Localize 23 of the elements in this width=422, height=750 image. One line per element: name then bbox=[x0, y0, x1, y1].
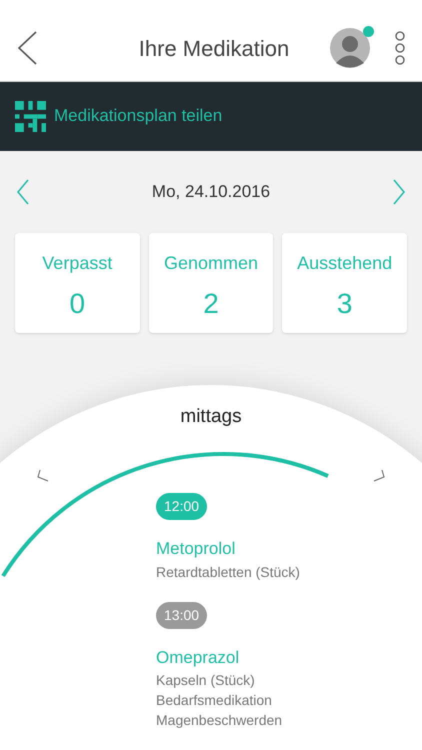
avatar[interactable] bbox=[330, 28, 370, 68]
medication-detail: Retardtabletten (Stück) bbox=[156, 562, 300, 582]
stat-label: Verpasst bbox=[42, 252, 112, 275]
medication-detail: Magenbeschwerden bbox=[156, 711, 282, 730]
back-icon[interactable] bbox=[16, 30, 38, 66]
time-pill: 12:00 bbox=[156, 493, 208, 520]
qr-code-icon bbox=[15, 100, 46, 132]
medication-name: Metoprolol bbox=[156, 538, 236, 560]
stat-value: 2 bbox=[203, 286, 219, 320]
stat-value: 3 bbox=[336, 286, 352, 320]
date-label: Mo, 24.10.2016 bbox=[152, 180, 270, 203]
medication-detail: Kapseln (Stück) bbox=[156, 671, 255, 690]
more-icon[interactable] bbox=[394, 31, 406, 66]
next-period-icon[interactable] bbox=[373, 468, 385, 482]
medication-detail: Bedarfsmedikation bbox=[156, 691, 272, 710]
share-plan-bar[interactable]: Medikationsplan teilen bbox=[0, 82, 422, 150]
stat-label: Genommen bbox=[164, 252, 258, 274]
page-title: Ihre Medikation bbox=[138, 34, 290, 63]
period-label: mittags bbox=[180, 404, 242, 428]
stat-value: 0 bbox=[70, 286, 86, 320]
medication-name: Omeprazol bbox=[156, 646, 240, 668]
previous-period-icon[interactable] bbox=[37, 468, 49, 482]
stat-label: Ausstehend bbox=[297, 252, 392, 274]
